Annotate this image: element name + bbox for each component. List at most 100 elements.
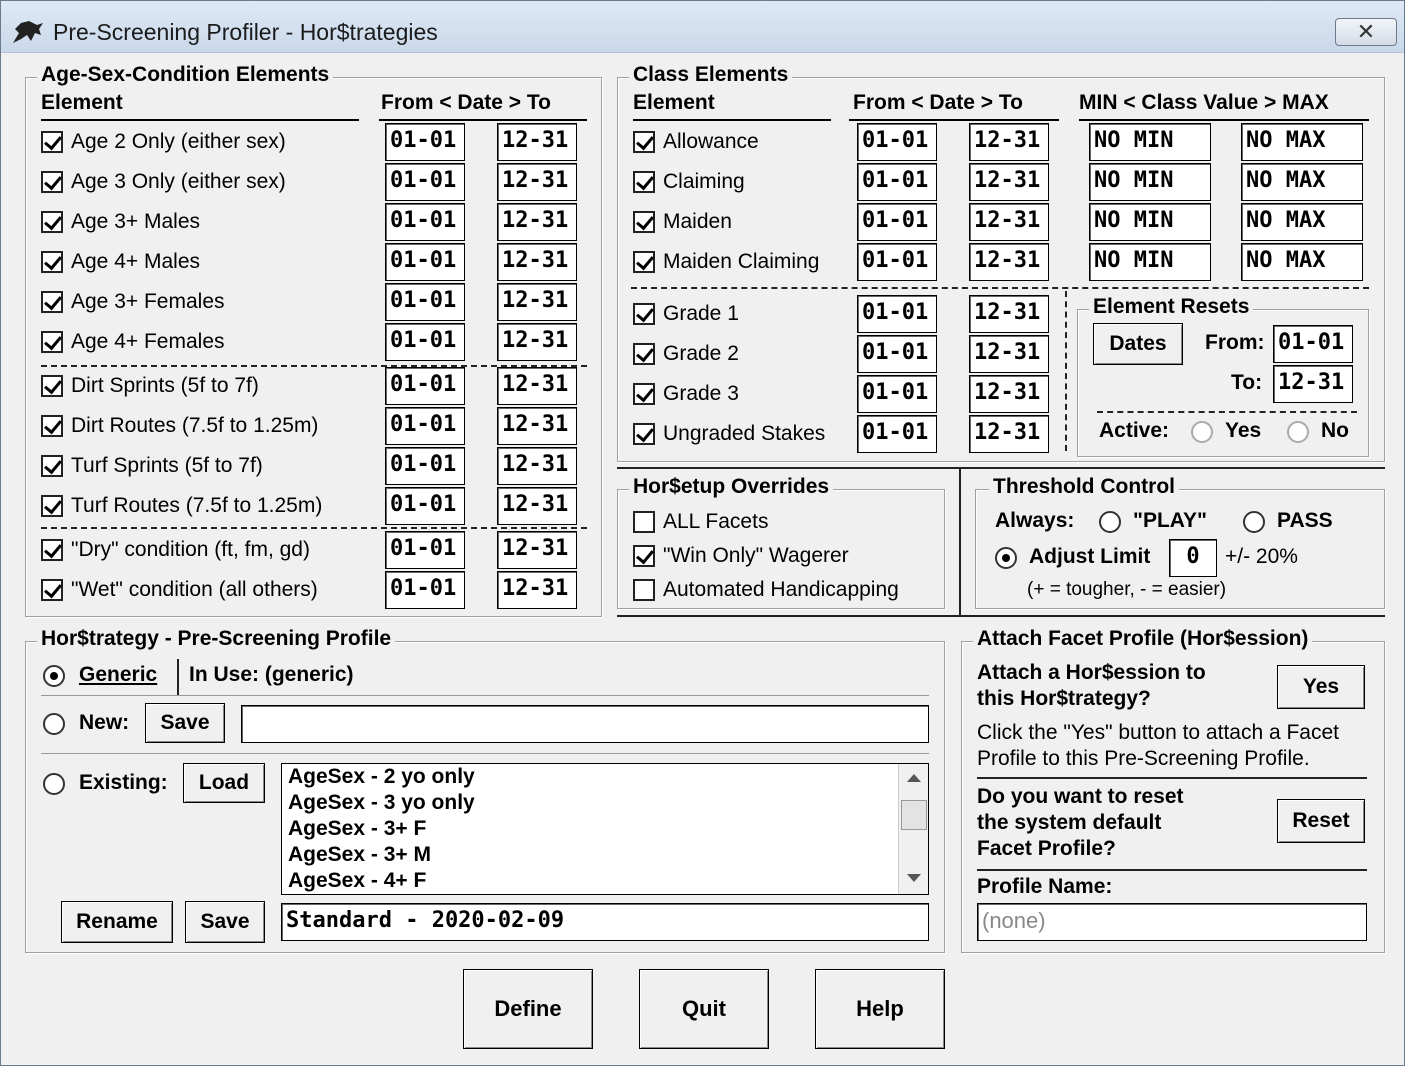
to-date-field[interactable]: 12-31 [497,163,577,201]
rename-button[interactable]: Rename [61,901,173,943]
class-min-field[interactable]: NO MIN [1089,203,1211,241]
profile-listbox[interactable]: AgeSex - 2 yo only AgeSex - 3 yo only AgeS… [281,763,929,895]
checkbox-row-class-0[interactable]: Allowance [633,127,759,157]
facet-yes-button[interactable]: Yes [1277,665,1365,709]
from-date-field[interactable]: 01-01 [385,447,465,485]
to-date-field[interactable]: 12-31 [497,407,577,445]
active-yes-radio[interactable] [1191,421,1213,443]
to-date-field[interactable]: 12-31 [969,335,1049,373]
to-date-field[interactable]: 12-31 [969,415,1049,453]
new-save-button[interactable]: Save [145,703,225,743]
close-icon[interactable]: ✕ [1357,19,1375,44]
dates-button[interactable]: Dates [1093,323,1183,365]
checkbox[interactable] [41,495,63,517]
from-date-field[interactable]: 01-01 [857,335,937,373]
list-item[interactable]: AgeSex - 3 yo only [282,790,928,816]
to-date-field[interactable]: 12-31 [497,571,577,609]
to-date-field[interactable]: 12-31 [497,447,577,485]
class-min-field[interactable]: NO MIN [1089,163,1211,201]
from-date-field[interactable]: 01-01 [857,123,937,161]
existing-radio[interactable] [43,773,65,795]
list-item[interactable]: AgeSex - 3+ F [282,816,928,842]
current-profile-field[interactable]: Standard - 2020-02-09 [281,903,929,941]
to-date-field[interactable]: 12-31 [969,375,1049,413]
scroll-down-icon[interactable] [907,874,921,882]
checkbox[interactable] [633,579,655,601]
checkbox[interactable] [41,211,63,233]
checkbox-row-class-7[interactable]: Ungraded Stakes [633,419,825,449]
checkbox-row-age-sex-11[interactable]: "Wet" condition (all others) [41,575,318,605]
close-button[interactable]: ✕ [1335,18,1397,46]
checkbox-row-override-1[interactable]: "Win Only" Wagerer [633,541,849,571]
class-min-field[interactable]: NO MIN [1089,123,1211,161]
list-item[interactable]: AgeSex - 4+ F [282,868,928,894]
generic-radio[interactable] [43,665,65,687]
checkbox[interactable] [633,343,655,365]
facet-reset-button[interactable]: Reset [1277,799,1365,843]
from-date-field[interactable]: 01-01 [385,571,465,609]
checkbox[interactable] [633,383,655,405]
checkbox[interactable] [633,303,655,325]
from-date-field[interactable]: 01-01 [385,367,465,405]
existing-save-button[interactable]: Save [185,901,265,943]
from-date-field[interactable]: 01-01 [857,163,937,201]
checkbox[interactable] [41,171,63,193]
listbox-scrollbar[interactable] [898,764,928,894]
reset-to-field[interactable]: 12-31 [1273,365,1353,403]
to-date-field[interactable]: 12-31 [969,203,1049,241]
play-radio[interactable] [1099,511,1121,533]
checkbox-row-age-sex-4[interactable]: Age 3+ Females [41,287,225,317]
checkbox[interactable] [41,579,63,601]
checkbox[interactable] [41,131,63,153]
from-date-field[interactable]: 01-01 [385,203,465,241]
checkbox[interactable] [41,455,63,477]
checkbox-row-age-sex-3[interactable]: Age 4+ Males [41,247,200,277]
checkbox-row-override-0[interactable]: ALL Facets [633,507,768,537]
to-date-field[interactable]: 12-31 [497,123,577,161]
to-date-field[interactable]: 12-31 [969,123,1049,161]
to-date-field[interactable]: 12-31 [497,283,577,321]
to-date-field[interactable]: 12-31 [497,323,577,361]
from-date-field[interactable]: 01-01 [385,243,465,281]
quit-button[interactable]: Quit [639,969,769,1049]
new-profile-field[interactable] [241,705,929,743]
from-date-field[interactable]: 01-01 [385,407,465,445]
checkbox-row-age-sex-7[interactable]: Dirt Routes (7.5f to 1.25m) [41,411,318,441]
load-button[interactable]: Load [183,763,265,803]
from-date-field[interactable]: 01-01 [385,531,465,569]
class-max-field[interactable]: NO MAX [1241,203,1363,241]
to-date-field[interactable]: 12-31 [969,295,1049,333]
to-date-field[interactable]: 12-31 [969,243,1049,281]
class-max-field[interactable]: NO MAX [1241,243,1363,281]
new-radio[interactable] [43,713,65,735]
adjust-limit-radio[interactable] [995,547,1017,569]
checkbox[interactable] [41,539,63,561]
checkbox-row-age-sex-1[interactable]: Age 3 Only (either sex) [41,167,286,197]
checkbox-row-class-6[interactable]: Grade 3 [633,379,739,409]
checkbox[interactable] [41,415,63,437]
checkbox[interactable] [633,251,655,273]
checkbox-row-age-sex-0[interactable]: Age 2 Only (either sex) [41,127,286,157]
reset-from-field[interactable]: 01-01 [1273,325,1353,363]
scroll-thumb[interactable] [901,800,927,830]
to-date-field[interactable]: 12-31 [497,367,577,405]
scroll-up-icon[interactable] [907,774,921,782]
checkbox-row-age-sex-6[interactable]: Dirt Sprints (5f to 7f) [41,371,259,401]
checkbox[interactable] [41,251,63,273]
define-button[interactable]: Define [463,969,593,1049]
checkbox-row-age-sex-10[interactable]: "Dry" condition (ft, fm, gd) [41,535,310,565]
checkbox[interactable] [633,423,655,445]
checkbox-row-class-1[interactable]: Claiming [633,167,745,197]
adjust-limit-field[interactable]: 0 [1169,539,1217,577]
checkbox[interactable] [41,331,63,353]
checkbox[interactable] [633,511,655,533]
checkbox[interactable] [633,211,655,233]
pass-radio[interactable] [1243,511,1265,533]
checkbox-row-class-2[interactable]: Maiden [633,207,732,237]
checkbox-row-age-sex-8[interactable]: Turf Sprints (5f to 7f) [41,451,263,481]
from-date-field[interactable]: 01-01 [857,243,937,281]
from-date-field[interactable]: 01-01 [385,123,465,161]
checkbox-row-class-4[interactable]: Grade 1 [633,299,739,329]
checkbox-row-class-5[interactable]: Grade 2 [633,339,739,369]
checkbox[interactable] [41,291,63,313]
